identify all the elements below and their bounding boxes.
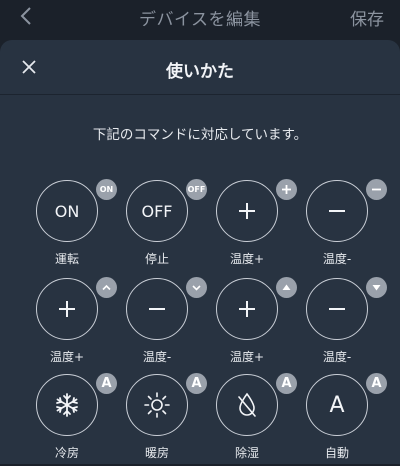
sun-icon xyxy=(144,392,170,418)
command-cool: A 冷房 xyxy=(23,373,117,466)
dehumidify-button[interactable]: A xyxy=(216,373,297,436)
temp-down-button[interactable] xyxy=(306,277,387,340)
plus-icon xyxy=(59,301,75,317)
command-label: 温度- xyxy=(322,350,352,364)
minus-icon xyxy=(329,210,345,212)
off-button[interactable]: OFF OFF xyxy=(126,179,207,242)
command-label: 温度- xyxy=(142,350,172,364)
cool-button[interactable]: A xyxy=(36,373,117,436)
command-temp-down: 温度- xyxy=(293,179,387,272)
command-label: 除湿 xyxy=(234,446,259,460)
temp-up-button[interactable] xyxy=(216,277,297,340)
command-label: 停止 xyxy=(144,252,169,266)
auto-text: A xyxy=(329,392,345,418)
auto-button[interactable]: A A xyxy=(306,373,387,436)
droplet-slash-icon xyxy=(238,392,256,417)
command-label: 冷房 xyxy=(54,446,79,460)
top-bar: デバイスを編集 保存 xyxy=(0,0,400,34)
temp-up-button[interactable] xyxy=(36,277,117,340)
command-on: ON ON 運転 xyxy=(23,179,117,272)
page-title: デバイスを編集 xyxy=(139,10,261,30)
minus-icon xyxy=(149,308,165,310)
command-grid: ON ON 運転 OFF OFF 停止 温度+ 温度- 温度+ 温度- 温度+ … xyxy=(0,40,400,464)
on-button[interactable]: ON ON xyxy=(36,179,117,242)
off-text: OFF xyxy=(141,201,173,221)
minus-icon xyxy=(329,308,345,310)
command-label: 温度+ xyxy=(229,252,265,266)
command-label: 温度+ xyxy=(229,350,265,364)
auto-badge: A xyxy=(366,373,387,394)
command-label: 自動 xyxy=(324,446,349,460)
temp-down-button[interactable] xyxy=(126,277,207,340)
usage-sheet: 使いかた 下記のコマンドに対応しています。 ON ON 運転 OFF OFF 停… xyxy=(0,40,400,464)
command-label: 温度- xyxy=(322,252,352,266)
command-temp-down-3: 温度- xyxy=(293,277,387,370)
on-text: ON xyxy=(54,201,80,221)
command-label: 暖房 xyxy=(144,446,169,460)
command-auto: A A 自動 xyxy=(293,373,387,466)
save-button[interactable]: 保存 xyxy=(350,5,384,30)
temp-down-button[interactable] xyxy=(306,179,387,242)
heat-button[interactable]: A xyxy=(126,373,207,436)
plus-icon xyxy=(239,301,255,317)
triangle-down-badge-icon xyxy=(366,277,387,298)
command-temp-up-3: 温度+ xyxy=(203,277,297,370)
command-label: 運転 xyxy=(54,252,79,266)
command-temp-down-2: 温度- xyxy=(113,277,207,370)
temp-up-button[interactable] xyxy=(216,179,297,242)
minus-badge-icon xyxy=(366,179,387,200)
command-temp-up-2: 温度+ xyxy=(23,277,117,370)
command-temp-up: 温度+ xyxy=(203,179,297,272)
command-label: 温度+ xyxy=(49,350,85,364)
command-dehumidify: A 除湿 xyxy=(203,373,297,466)
command-off: OFF OFF 停止 xyxy=(113,179,207,272)
snowflake-icon xyxy=(56,393,78,417)
command-heat: A 暖房 xyxy=(113,373,207,466)
plus-icon xyxy=(239,203,255,219)
